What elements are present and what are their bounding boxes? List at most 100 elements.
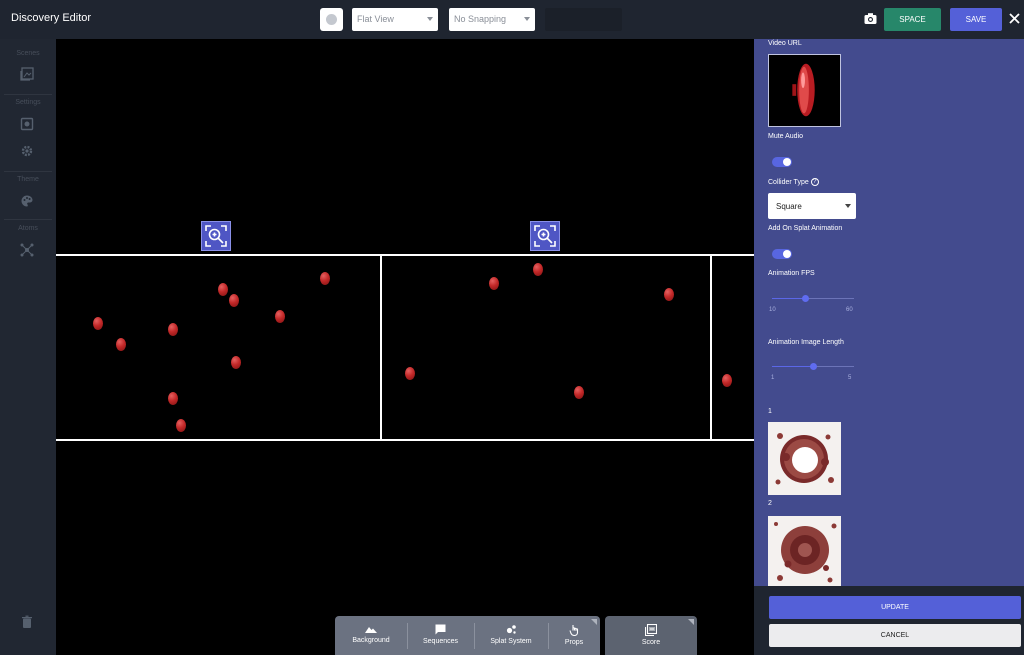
mountain-icon — [365, 627, 377, 633]
scene-panel[interactable] — [380, 254, 712, 441]
sidebar-label-atoms: Atoms — [18, 225, 38, 232]
balloon-sprite[interactable] — [176, 419, 186, 432]
chevron-down-icon — [427, 17, 433, 21]
sequences-tool-label: Sequences — [422, 638, 459, 645]
balloon-sprite[interactable] — [93, 317, 103, 330]
image-length-min: 1 — [771, 375, 775, 381]
help-icon[interactable]: ? — [810, 178, 819, 186]
snapping-select-value: No Snapping — [454, 14, 507, 24]
properties-panel: Video URL Mute Audio Collider Type? Squa… — [754, 39, 1024, 586]
fps-min: 10 — [769, 307, 776, 313]
save-button[interactable]: SAVE — [950, 8, 1002, 31]
balloon-sprite[interactable] — [664, 288, 674, 301]
collider-type-select[interactable]: Square — [768, 193, 856, 219]
chevron-down-icon — [524, 17, 530, 21]
balloon-sprite[interactable] — [275, 310, 285, 323]
left-sidebar: Scenes Settings Theme Atoms — [0, 39, 56, 655]
image-length-slider[interactable] — [772, 363, 854, 370]
snapping-select[interactable]: No Snapping — [449, 8, 535, 31]
corner-indicator — [688, 619, 694, 625]
sidebar-divider — [4, 219, 52, 220]
balloon-sprite[interactable] — [168, 392, 178, 405]
balloon-sprite[interactable] — [231, 356, 241, 369]
sidebar-divider — [4, 94, 52, 95]
balloon-sprite[interactable] — [533, 263, 543, 276]
scenes-icon[interactable] — [20, 67, 34, 81]
scene-panel[interactable] — [56, 254, 382, 441]
splat-frame-thumbnail[interactable] — [768, 422, 841, 495]
sidebar-divider — [4, 171, 52, 172]
fps-label: Animation FPS — [768, 270, 815, 277]
zoom-in-icon — [205, 225, 227, 247]
view-select[interactable]: Flat View — [352, 8, 438, 31]
props-tool-label: Props — [564, 639, 584, 646]
score-tool-label: Score — [641, 639, 661, 646]
chat-bubble-icon — [435, 624, 446, 635]
camera-icon[interactable] — [864, 12, 877, 25]
splat-system-tool-label: Splat System — [490, 638, 532, 645]
balloon-sprite[interactable] — [218, 283, 228, 296]
add-splat-label: Add On Splat Animation — [768, 225, 843, 232]
balloon-sprite[interactable] — [320, 272, 330, 285]
video-url-label: Video URL — [768, 40, 802, 47]
balloon-sprite[interactable] — [116, 338, 126, 351]
score-tool[interactable]: Score — [605, 616, 697, 655]
fps-slider[interactable] — [772, 295, 854, 302]
balloon-sprite[interactable] — [405, 367, 415, 380]
corner-indicator — [591, 619, 597, 625]
image-length-label: Animation Image Length — [768, 339, 844, 346]
hand-pointer-icon — [568, 625, 578, 636]
record-dot-icon — [326, 14, 337, 25]
scene-canvas[interactable] — [56, 39, 754, 655]
frame-label-1: 1 — [768, 408, 772, 415]
splat-icon — [506, 625, 516, 634]
gear-icon[interactable] — [20, 144, 34, 158]
zoom-in-button[interactable] — [201, 221, 231, 251]
trash-icon[interactable] — [20, 615, 34, 629]
space-button[interactable]: SPACE — [884, 8, 941, 31]
view-select-value: Flat View — [357, 14, 394, 24]
fps-slider-fill — [772, 298, 805, 299]
sidebar-label-settings: Settings — [15, 99, 41, 106]
toggle-knob — [783, 158, 791, 166]
settings-frame-icon[interactable] — [20, 117, 34, 131]
background-tool[interactable]: Background — [335, 616, 407, 655]
scene-panel[interactable] — [710, 254, 754, 441]
zoom-in-button[interactable] — [530, 221, 560, 251]
sequences-tool[interactable]: Sequences — [407, 616, 474, 655]
mute-audio-label: Mute Audio — [768, 133, 804, 140]
splat-frame-thumbnail[interactable] — [768, 516, 841, 586]
balloon-sprite[interactable] — [722, 374, 732, 387]
zoom-in-icon — [534, 225, 556, 247]
sidebar-label-scenes: Scenes — [16, 50, 40, 57]
record-button[interactable] — [320, 8, 343, 31]
collider-type-label-text: Collider Type — [768, 178, 809, 186]
background-tool-label: Background — [352, 637, 390, 644]
image-length-slider-fill — [772, 366, 813, 367]
bottom-toolbar: Background Sequences Splat System Props — [335, 616, 600, 655]
atoms-icon[interactable] — [20, 243, 34, 257]
update-button[interactable]: UPDATE — [769, 596, 1021, 619]
cancel-button[interactable]: CANCEL — [769, 624, 1021, 647]
collider-type-label: Collider Type? — [768, 178, 819, 186]
app-title: Discovery Editor — [11, 12, 92, 24]
palette-icon[interactable] — [20, 194, 34, 208]
disabled-toolbar-button[interactable] — [545, 8, 622, 31]
balloon-sprite[interactable] — [168, 323, 178, 336]
chevron-down-icon — [845, 204, 851, 208]
fps-slider-thumb[interactable] — [801, 295, 809, 302]
mute-audio-toggle[interactable] — [772, 157, 792, 167]
balloon-sprite[interactable] — [574, 386, 584, 399]
fps-max: 60 — [846, 307, 853, 313]
top-bar: Discovery Editor Flat View No Snapping S… — [0, 0, 1024, 39]
frame-label-2: 2 — [768, 500, 772, 507]
balloon-sprite[interactable] — [489, 277, 499, 290]
score-icon — [645, 624, 657, 636]
video-thumbnail[interactable] — [768, 54, 841, 127]
close-icon[interactable] — [1009, 13, 1020, 24]
balloon-sprite[interactable] — [229, 294, 239, 307]
collider-type-value: Square — [776, 202, 802, 211]
add-splat-toggle[interactable] — [772, 249, 792, 259]
splat-system-tool[interactable]: Splat System — [474, 616, 548, 655]
image-length-slider-thumb[interactable] — [810, 363, 817, 370]
